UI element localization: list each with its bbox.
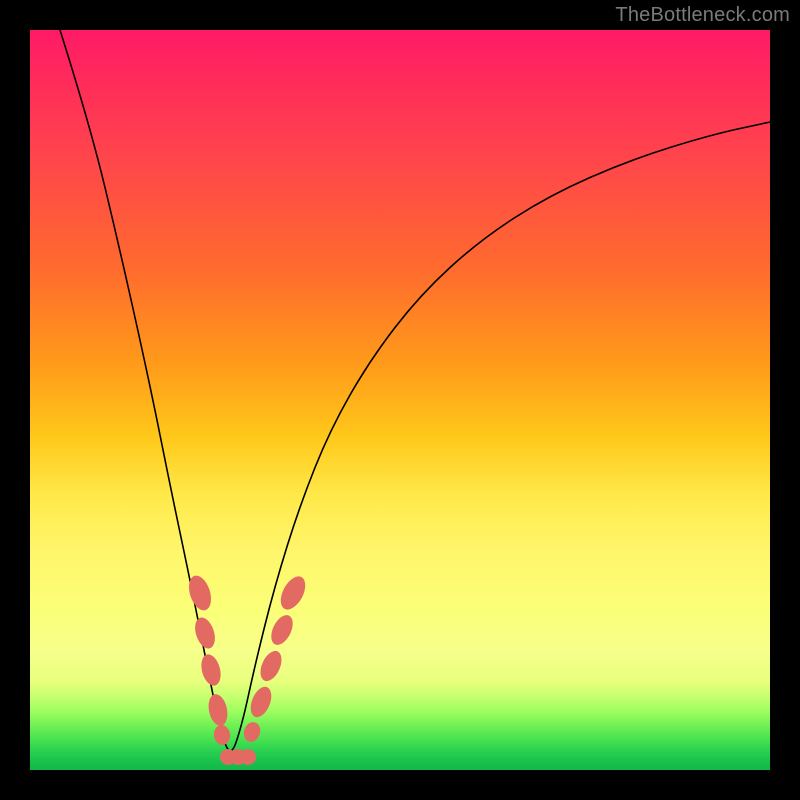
chart-frame: TheBottleneck.com	[0, 0, 800, 800]
data-marker	[191, 615, 218, 651]
markers-group	[185, 572, 310, 765]
data-marker	[206, 692, 230, 727]
data-marker	[198, 652, 224, 688]
data-marker	[247, 684, 276, 720]
data-marker	[276, 572, 311, 613]
data-marker	[213, 724, 232, 746]
markers-layer	[30, 30, 770, 770]
data-marker	[241, 720, 262, 744]
watermark-text: TheBottleneck.com	[615, 4, 790, 27]
data-marker	[256, 648, 285, 685]
data-marker	[267, 612, 297, 649]
data-marker	[240, 749, 256, 765]
data-marker	[185, 573, 215, 613]
plot-area	[30, 30, 770, 770]
